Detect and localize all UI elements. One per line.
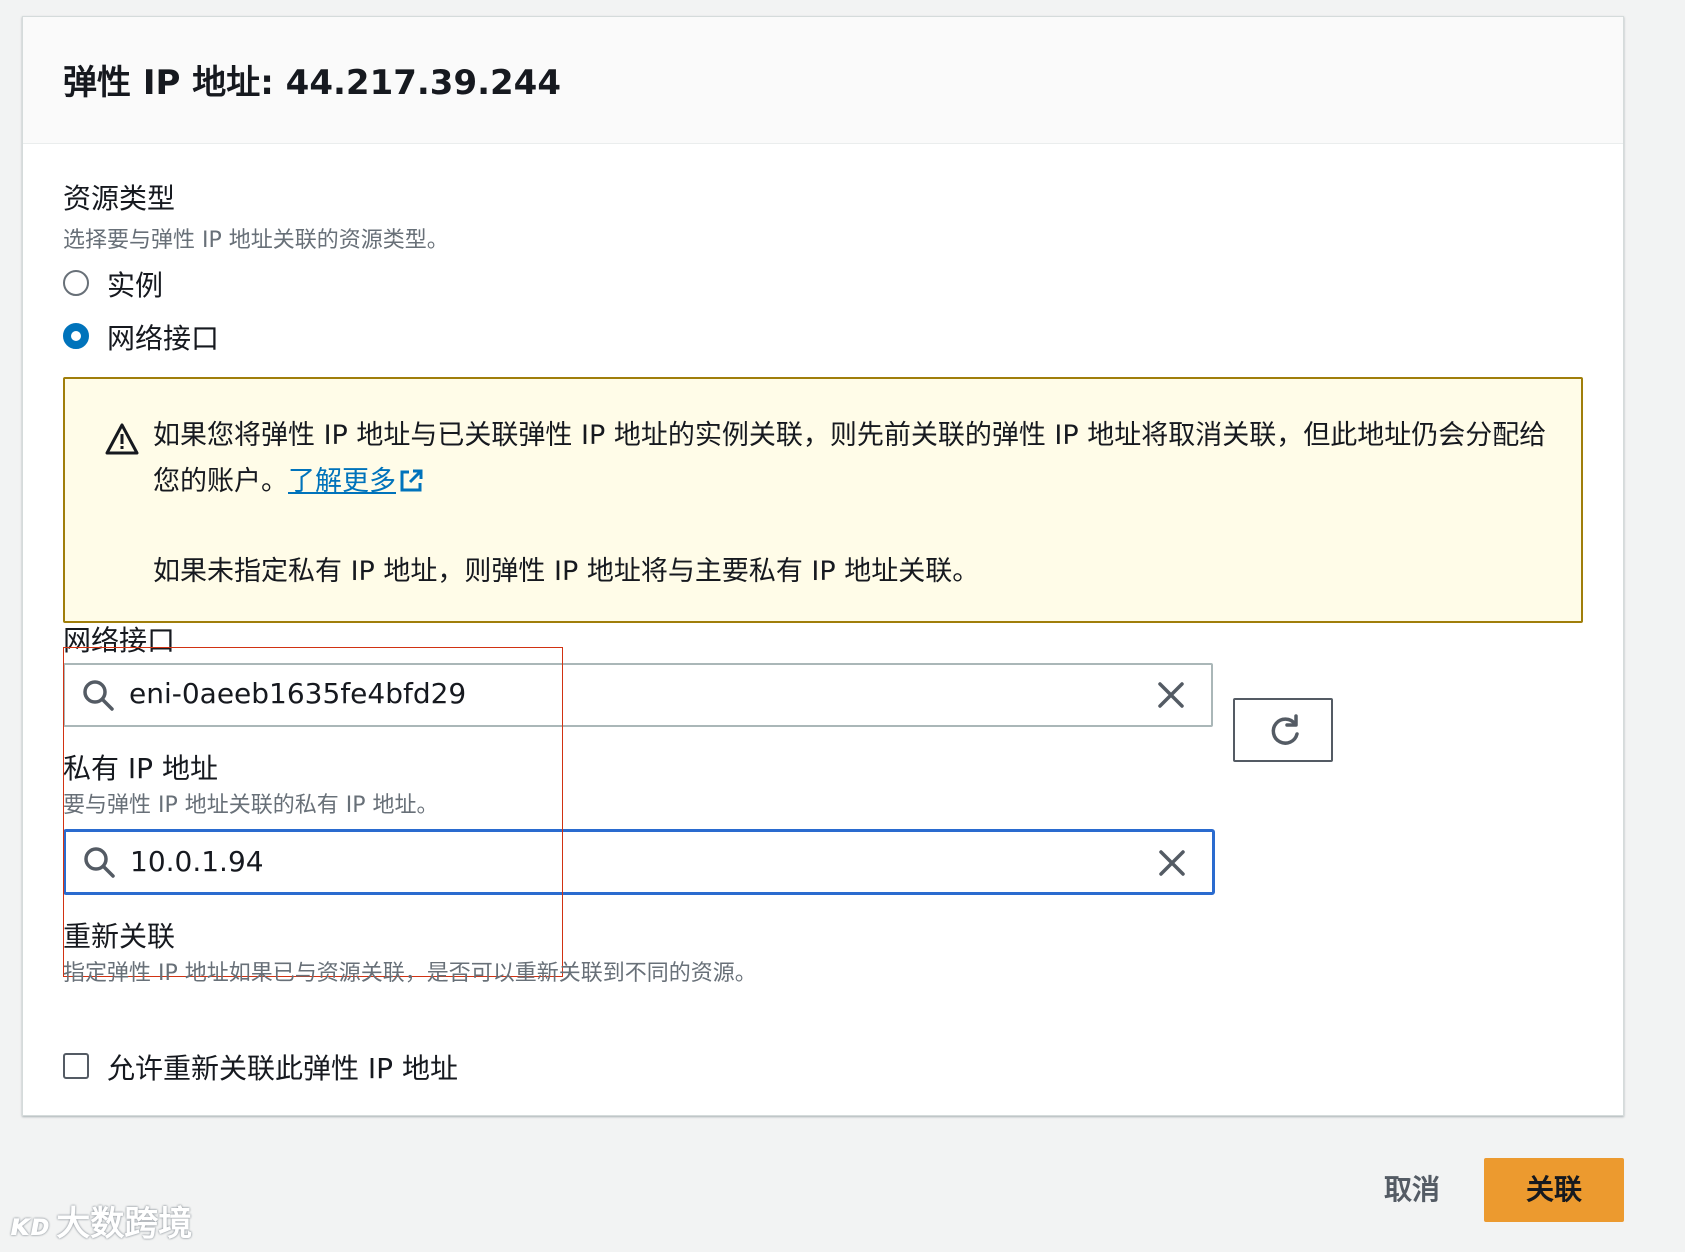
- private-ip-label: 私有 IP 地址: [63, 752, 218, 785]
- clear-icon[interactable]: [1156, 847, 1188, 879]
- network-interface-value[interactable]: eni-0aeeb1635fe4bfd29: [129, 677, 466, 710]
- radio-network-interface-label[interactable]: 网络接口: [107, 317, 219, 357]
- watermark: ᴋᴅ 大数跨境: [10, 1196, 192, 1244]
- alert-message: 如果您将弹性 IP 地址与已关联弹性 IP 地址的实例关联，则先前关联的弹性 I…: [153, 413, 1553, 505]
- page-title: 弹性 IP 地址: 44.217.39.244: [63, 63, 561, 103]
- private-ip-value[interactable]: 10.0.1.94: [130, 845, 264, 878]
- private-ip-description: 要与弹性 IP 地址关联的私有 IP 地址。: [63, 793, 439, 818]
- learn-more-link[interactable]: 了解更多: [288, 466, 396, 497]
- resource-type-label: 资源类型: [63, 182, 176, 215]
- allow-reassociation-label[interactable]: 允许重新关联此弹性 IP 地址: [107, 1047, 458, 1087]
- radio-instance-label[interactable]: 实例: [107, 264, 163, 304]
- refresh-icon: [1271, 714, 1299, 745]
- reassociate-description: 指定弹性 IP 地址如果已与资源关联，是否可以重新关联到不同的资源。: [63, 961, 757, 986]
- associate-button[interactable]: 关联: [1484, 1158, 1624, 1222]
- alert-message-2: 如果未指定私有 IP 地址，则弹性 IP 地址将与主要私有 IP 地址关联。: [153, 556, 980, 587]
- refresh-button[interactable]: [1233, 698, 1333, 762]
- external-link-icon[interactable]: [398, 468, 424, 494]
- panel-header: 弹性 IP 地址: 44.217.39.244: [23, 17, 1623, 144]
- reassociate-label: 重新关联: [63, 920, 176, 953]
- warning-icon: [105, 423, 139, 455]
- private-ip-input[interactable]: 10.0.1.94: [63, 829, 1215, 895]
- watermark-logo: ᴋᴅ: [10, 1208, 51, 1243]
- associate-eip-panel: 弹性 IP 地址: 44.217.39.244 资源类型 选择要与弹性 IP 地…: [22, 16, 1624, 1116]
- network-interface-input[interactable]: eni-0aeeb1635fe4bfd29: [63, 663, 1213, 727]
- search-icon: [83, 680, 114, 711]
- resource-type-description: 选择要与弹性 IP 地址关联的资源类型。: [63, 228, 449, 253]
- search-icon: [84, 847, 115, 878]
- warning-alert: 如果您将弹性 IP 地址与已关联弹性 IP 地址的实例关联，则先前关联的弹性 I…: [63, 377, 1583, 623]
- watermark-text: 大数跨境: [56, 1204, 193, 1244]
- clear-icon[interactable]: [1155, 679, 1187, 711]
- network-interface-label: 网络接口: [63, 624, 176, 657]
- radio-network-interface[interactable]: [63, 323, 89, 349]
- cancel-button[interactable]: 取消: [1362, 1162, 1462, 1218]
- allow-reassociation-checkbox[interactable]: [63, 1053, 89, 1079]
- radio-instance[interactable]: [63, 270, 89, 296]
